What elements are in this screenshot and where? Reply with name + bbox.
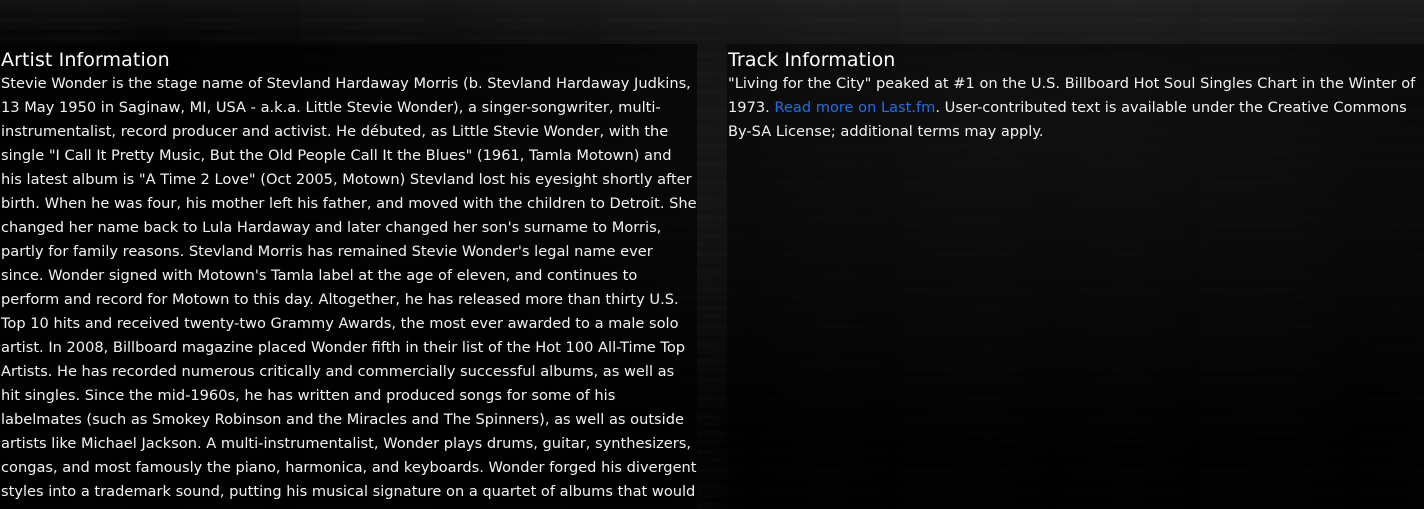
read-more-lastfm-link[interactable]: Read more on Last.fm <box>774 99 935 116</box>
track-info-text: "Living for the City" peaked at #1 on th… <box>728 72 1424 144</box>
artist-information-panel: Artist Information Stevie Wonder is the … <box>0 44 697 509</box>
artist-information-heading: Artist Information <box>1 49 170 71</box>
artist-bio-text: Stevie Wonder is the stage name of Stevl… <box>1 75 697 509</box>
track-information-panel: Track Information "Living for the City" … <box>727 44 1424 509</box>
track-information-heading: Track Information <box>728 49 896 71</box>
